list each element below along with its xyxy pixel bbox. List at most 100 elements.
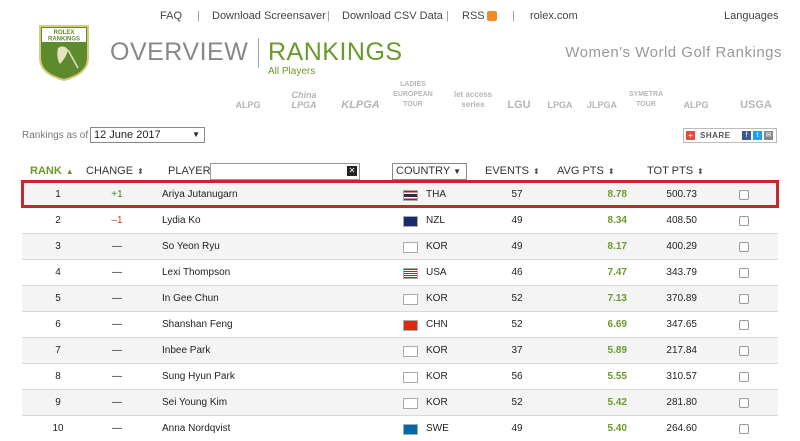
player-name-link[interactable]: Anna Nordqvist: [162, 423, 230, 434]
rankings-table-header: RANK ▲ CHANGE ⬍ PLAYER ✕ COUNTRY ▼ EVENTS ⬍…: [22, 162, 778, 182]
facebook-icon[interactable]: f: [742, 131, 751, 140]
alpg-logo[interactable]: ALPG: [228, 80, 268, 110]
events-column-header[interactable]: EVENTS ⬍: [485, 165, 540, 177]
table-row[interactable]: 9— Sei Young Kim KOR 52 5.42 281.80: [22, 389, 778, 415]
klpga-logo[interactable]: KLPGA: [338, 80, 383, 111]
avg-pts-cell: 7.47: [607, 267, 627, 278]
ladies-european-tour-logo[interactable]: LADIES EUROPEAN TOUR: [388, 80, 438, 110]
download-screensaver-link[interactable]: Download Screensaver: [212, 10, 326, 22]
china-lpga-logo[interactable]: China LPGA: [280, 80, 328, 110]
share-button[interactable]: + SHARE f t ✉: [683, 128, 777, 143]
compare-checkbox[interactable]: [739, 294, 749, 304]
chevron-down-icon: ▼: [192, 130, 200, 139]
avg-pts-cell: 5.89: [607, 345, 627, 356]
change-header-label: CHANGE: [86, 165, 134, 177]
events-cell: 56: [511, 371, 523, 382]
symetra-tour-logo[interactable]: SYMETRA TOUR: [623, 80, 669, 110]
player-name-link[interactable]: In Gee Chun: [162, 293, 219, 304]
change-cell: —: [112, 293, 122, 304]
player-name-link[interactable]: Ariya Jutanugarn: [162, 189, 238, 200]
events-cell: 49: [511, 241, 523, 252]
sort-icon: ⬍: [607, 167, 615, 176]
change-column-header[interactable]: CHANGE ⬍: [86, 165, 144, 177]
rankings-as-of-label: Rankings as of: [22, 130, 89, 141]
compare-checkbox[interactable]: [739, 242, 749, 252]
country-flag-icon: [403, 190, 418, 201]
player-name-link[interactable]: Sei Young Kim: [162, 397, 227, 408]
nav-separator: |: [327, 10, 330, 22]
rankings-date-value: 12 June 2017: [94, 129, 161, 141]
clear-icon[interactable]: ✕: [347, 166, 357, 176]
let-access-series-logo[interactable]: let access series: [450, 80, 496, 110]
nav-separator: |: [197, 10, 200, 22]
country-cell: USA: [426, 267, 447, 278]
top-navigation: FAQ | Download Screensaver | Download CS…: [160, 10, 800, 26]
overview-heading[interactable]: OVERVIEW: [110, 38, 248, 67]
site-tagline: Women's World Golf Rankings: [565, 44, 782, 61]
sort-asc-icon: ▲: [65, 167, 74, 176]
player-name-link[interactable]: So Yeon Ryu: [162, 241, 220, 252]
player-name-link[interactable]: Lydia Ko: [162, 215, 201, 226]
tot-pts-cell: 370.89: [666, 293, 697, 304]
faq-link[interactable]: FAQ: [160, 10, 182, 22]
tot-pts-column-header[interactable]: TOT PTS ⬍: [647, 165, 704, 177]
avg-pts-cell: 6.69: [607, 319, 627, 330]
change-cell: —: [112, 319, 122, 330]
download-csv-link[interactable]: Download CSV Data: [342, 10, 443, 22]
table-row[interactable]: 6— Shanshan Feng CHN 52 6.69 347.65: [22, 311, 778, 337]
rank-column-header[interactable]: RANK ▲: [30, 165, 74, 177]
email-icon[interactable]: ✉: [764, 131, 773, 140]
tot-pts-cell: 281.80: [666, 397, 697, 408]
jlpga-logo[interactable]: JLPGA: [586, 80, 618, 110]
table-row[interactable]: 5— In Gee Chun KOR 52 7.13 370.89: [22, 285, 778, 311]
country-cell: CHN: [426, 319, 448, 330]
avg-pts-column-header[interactable]: AVG PTS ⬍: [557, 165, 615, 177]
compare-checkbox[interactable]: [739, 424, 749, 434]
lgu-logo[interactable]: LGU: [504, 80, 534, 111]
table-row[interactable]: 8— Sung Hyun Park KOR 56 5.55 310.57: [22, 363, 778, 389]
table-row[interactable]: 7— Inbee Park KOR 37 5.89 217.84: [22, 337, 778, 363]
player-name-link[interactable]: Shanshan Feng: [162, 319, 233, 330]
rolex-rankings-logo[interactable]: ROLEX RANKINGS: [36, 22, 92, 82]
sort-icon: ⬍: [533, 167, 540, 176]
compare-checkbox[interactable]: [739, 398, 749, 408]
compare-checkbox[interactable]: [739, 372, 749, 382]
table-row[interactable]: 10— Anna Nordqvist SWE 49 5.40 264.60: [22, 415, 778, 441]
usga-logo[interactable]: USGA: [728, 80, 784, 111]
country-flag-icon: [403, 294, 418, 305]
player-name-link[interactable]: Sung Hyun Park: [162, 371, 235, 382]
events-cell: 49: [511, 423, 523, 434]
events-header-label: EVENTS: [485, 165, 530, 177]
change-cell: —: [112, 345, 122, 356]
compare-checkbox[interactable]: [739, 268, 749, 278]
compare-checkbox[interactable]: [739, 216, 749, 226]
lpga-logo[interactable]: LPGA: [540, 80, 580, 110]
table-row[interactable]: 2 –1 Lydia Ko NZL 49 8.34 408.50: [22, 207, 778, 233]
rolex-link[interactable]: rolex.com: [530, 10, 578, 22]
alpg-emblem-logo[interactable]: ALPG: [678, 80, 714, 110]
compare-checkbox[interactable]: [739, 190, 749, 200]
tot-pts-cell: 500.73: [666, 189, 697, 200]
avg-pts-cell: 8.17: [607, 241, 627, 252]
country-cell: KOR: [426, 345, 448, 356]
compare-checkbox[interactable]: [739, 346, 749, 356]
player-name-link[interactable]: Inbee Park: [162, 345, 210, 356]
compare-checkbox[interactable]: [739, 320, 749, 330]
country-filter-select[interactable]: COUNTRY ▼: [392, 163, 467, 180]
rss-link[interactable]: RSS: [462, 10, 497, 22]
player-header-label: PLAYER: [168, 165, 211, 177]
player-search-input[interactable]: ✕: [210, 163, 360, 180]
country-flag-icon: [403, 242, 418, 253]
change-cell: +1: [111, 189, 123, 200]
languages-link[interactable]: Languages: [724, 10, 778, 22]
table-row[interactable]: 1 +1 Ariya Jutanugarn THA 57 8.78 500.73: [21, 180, 779, 208]
avg-pts-cell: 8.34: [607, 215, 627, 226]
twitter-icon[interactable]: t: [753, 131, 762, 140]
player-name-link[interactable]: Lexi Thompson: [162, 267, 230, 278]
share-label: SHARE: [700, 131, 731, 140]
table-row[interactable]: 3— So Yeon Ryu KOR 49 8.17 400.29: [22, 233, 778, 259]
table-row[interactable]: 4— Lexi Thompson USA 46 7.47 343.79: [22, 259, 778, 285]
rankings-heading[interactable]: RANKINGS: [268, 38, 403, 67]
country-flag-icon: [403, 216, 418, 227]
rankings-date-select[interactable]: 12 June 2017 ▼: [90, 127, 205, 143]
